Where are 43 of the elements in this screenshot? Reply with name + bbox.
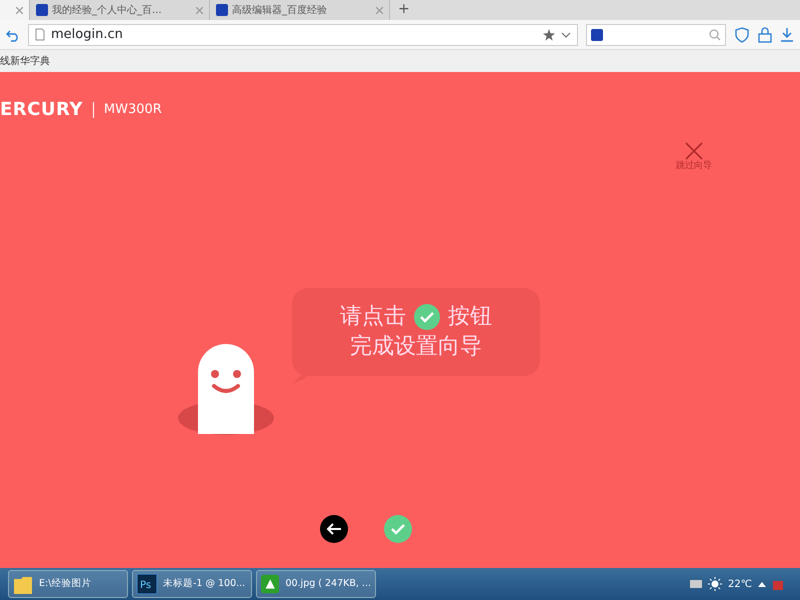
address-bar[interactable]: melogin.cn (28, 24, 578, 46)
url-text: melogin.cn (51, 26, 124, 44)
taskbar-label: E:\经验图片 (39, 576, 92, 591)
instruction-text: 请点击 (340, 303, 406, 332)
keyboard-icon[interactable] (690, 579, 702, 589)
taskbar-button[interactable]: 00.jpg ( 247KB, ... (256, 570, 376, 598)
check-icon (414, 304, 440, 330)
browser-tab[interactable]: 高级编辑器_百度经验 (210, 0, 390, 20)
tab-title: 高级编辑器_百度经验 (232, 4, 327, 18)
close-icon[interactable] (376, 6, 383, 14)
browser-tab[interactable] (0, 0, 30, 20)
close-icon[interactable] (685, 142, 703, 160)
taskbar-button[interactable]: Ps 未标题-1 @ 100... (132, 570, 252, 598)
brand-logo: ERCURY (0, 98, 83, 122)
close-icon[interactable] (16, 6, 23, 14)
tab-title: 我的经验_个人中心_百... (52, 4, 162, 18)
new-tab-button[interactable]: + (390, 0, 418, 20)
taskbar-label: 00.jpg ( 247KB, ... (285, 576, 371, 591)
bookmark-link[interactable]: 线新华字典 (0, 54, 50, 68)
instruction-text: 按钮 (448, 303, 492, 332)
model-name: MW300R (104, 100, 162, 119)
download-icon[interactable] (780, 26, 794, 42)
instruction-text: 完成设置向导 (350, 333, 482, 361)
close-icon[interactable] (196, 6, 203, 14)
back-arrow-button[interactable] (320, 515, 348, 543)
folder-icon (13, 574, 33, 594)
sun-icon[interactable] (708, 577, 722, 591)
lock-icon[interactable] (758, 26, 772, 42)
page-icon (35, 28, 45, 41)
up-arrow-icon[interactable] (758, 581, 766, 587)
browser-tab[interactable]: 我的经验_个人中心_百... (30, 0, 210, 20)
star-icon[interactable] (543, 28, 555, 40)
back-icon[interactable] (6, 28, 20, 42)
dropdown-icon[interactable] (561, 30, 571, 38)
taskbar-label: 未标题-1 @ 100... (163, 576, 246, 591)
search-icon[interactable] (709, 28, 721, 40)
confirm-check-button[interactable] (384, 515, 412, 543)
image-viewer-icon (261, 574, 280, 594)
search-field[interactable] (586, 24, 726, 46)
shield-icon[interactable] (734, 26, 750, 42)
photoshop-icon: Ps (137, 574, 157, 594)
temperature-text: 22℃ (728, 578, 752, 592)
taskbar-button[interactable]: E:\经验图片 (8, 570, 128, 598)
